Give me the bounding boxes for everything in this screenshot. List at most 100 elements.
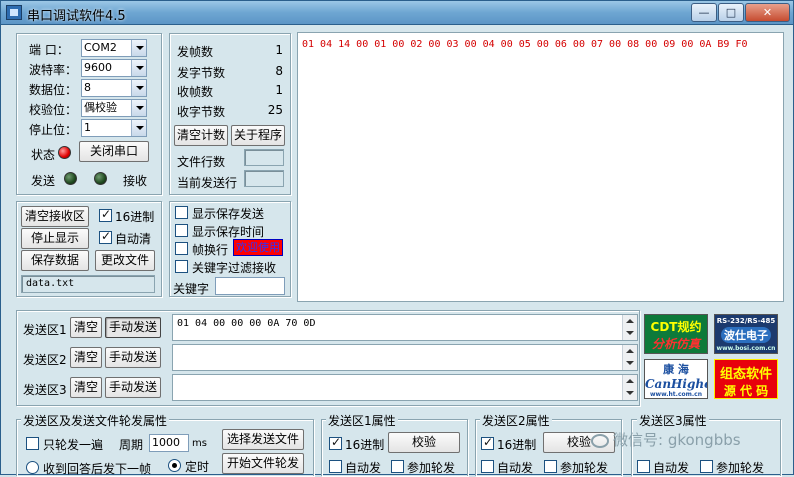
kanghai-ad-en: CanHigher <box>645 377 707 391</box>
save-data-button[interactable]: 保存数据 <box>21 250 89 271</box>
zone1-props-legend: 发送区1属性 <box>326 412 398 429</box>
send-zone3-input[interactable] <box>172 374 638 401</box>
zone2-hex-label: 16进制 <box>497 438 537 452</box>
recv-led-icon <box>94 172 107 185</box>
port-select[interactable]: COM2 <box>81 39 147 57</box>
frames-recv-value: 1 <box>275 83 283 97</box>
hex-recv-checkbox[interactable] <box>99 207 112 222</box>
baud-select[interactable]: 9600 <box>81 59 147 77</box>
only-rotate-once-checkbox[interactable] <box>26 437 39 450</box>
select-send-file-button[interactable]: 选择发送文件 <box>222 429 304 450</box>
title-bar: 串口调试软件4.5 — □ ✕ <box>1 1 793 25</box>
scroll-up-icon[interactable] <box>623 377 637 387</box>
keyword-filter-checkbox[interactable] <box>175 260 188 273</box>
zone2-auto-send-checkbox[interactable] <box>481 460 494 473</box>
keyword-input[interactable] <box>215 277 285 295</box>
stop-display-button[interactable]: 停止显示 <box>21 228 89 249</box>
zone1-hex-checkbox[interactable] <box>329 435 342 450</box>
zone1-join-rotate-checkbox[interactable] <box>391 460 404 473</box>
bosi-ad-banner[interactable]: RS-232/RS-485 波仕电子 www.bosi.com.cn <box>714 314 778 354</box>
zone1-auto-send-checkbox[interactable] <box>329 460 342 473</box>
scroll-up-icon[interactable] <box>623 347 637 357</box>
chevron-down-icon <box>131 100 146 116</box>
clear-zone2-button[interactable]: 清空 <box>70 347 102 368</box>
manual-send-zone3-button[interactable]: 手动发送 <box>105 377 161 398</box>
stop-bits-select[interactable]: 1 <box>81 119 147 137</box>
zone3-auto-send-label: 自动发 <box>653 461 690 475</box>
period-unit: ms <box>192 438 207 449</box>
zone2-join-rotate-checkbox[interactable] <box>544 460 557 473</box>
auto-clear-label: 自动清 <box>115 232 152 246</box>
parity-label: 校验位： <box>29 103 78 117</box>
config-ad-line1: 组态软件 <box>719 367 772 382</box>
send-zone1-content: 01 04 00 00 00 0A 70 0D <box>177 318 316 329</box>
zone2-props-legend: 发送区2属性 <box>480 412 552 429</box>
clear-recv-button[interactable]: 清空接收区 <box>21 206 89 227</box>
parity-select[interactable]: 偶校验 <box>81 99 147 117</box>
recv-reply-next-label: 收到回答后发下一帧 <box>43 462 152 476</box>
timed-label: 定时 <box>185 460 210 474</box>
frame-newline-label: 帧换行 <box>192 243 229 257</box>
maximize-button[interactable]: □ <box>718 3 744 22</box>
send-zone1-scrollbar[interactable] <box>622 315 637 340</box>
config-software-ad-banner[interactable]: 组态软件 源 代 码 <box>714 359 778 399</box>
start-file-rotate-button[interactable]: 开始文件轮发 <box>222 453 304 474</box>
send-led-icon <box>64 172 77 185</box>
scroll-down-icon[interactable] <box>623 358 637 368</box>
scroll-up-icon[interactable] <box>623 317 637 327</box>
period-input[interactable]: 1000 <box>149 434 189 452</box>
current-line-readout <box>244 170 284 187</box>
data-bits-select[interactable]: 8 <box>81 79 147 97</box>
send-zone3-scrollbar[interactable] <box>622 375 637 400</box>
zone1-checksum-button[interactable]: 校验 <box>388 432 460 453</box>
zone3-auto-send-checkbox[interactable] <box>637 460 650 473</box>
chevron-down-icon <box>131 80 146 96</box>
clear-zone1-button[interactable]: 清空 <box>70 317 102 338</box>
bosi-ad-name: 波仕电子 <box>721 327 771 343</box>
receive-content: 01 04 14 00 01 00 02 00 03 00 04 00 05 0… <box>302 39 748 50</box>
file-name-display: data.txt <box>21 275 155 293</box>
zone2-hex-checkbox[interactable] <box>481 435 494 450</box>
close-button[interactable]: ✕ <box>745 3 790 22</box>
send-zone2-input[interactable] <box>172 344 638 371</box>
bytes-sent-label: 发字节数 <box>177 66 226 80</box>
show-saved-time-checkbox[interactable] <box>175 224 188 237</box>
zone3-join-rotate-checkbox[interactable] <box>700 460 713 473</box>
kanghai-ad-url: www.ht.com.cn <box>650 391 702 398</box>
change-file-button[interactable]: 更改文件 <box>95 250 155 271</box>
zone1-hex-label: 16进制 <box>345 438 385 452</box>
frame-newline-checkbox[interactable] <box>175 242 188 255</box>
app-icon <box>6 5 22 20</box>
clear-count-button[interactable]: 清空计数 <box>174 125 228 146</box>
receive-area[interactable]: 01 04 14 00 01 00 02 00 03 00 04 00 05 0… <box>297 32 784 302</box>
cdt-ad-banner[interactable]: CDT规约 分析仿真 <box>644 314 708 354</box>
frames-sent-value: 1 <box>275 43 283 57</box>
kanghai-ad-cn: 康 海 <box>663 363 689 376</box>
about-button[interactable]: 关于程序 <box>231 125 285 146</box>
timed-radio[interactable] <box>168 459 181 472</box>
send-zone1-input[interactable]: 01 04 00 00 00 0A 70 0D <box>172 314 638 341</box>
manual-send-zone2-button[interactable]: 手动发送 <box>105 347 161 368</box>
zone1-auto-send-label: 自动发 <box>345 461 382 475</box>
recv-reply-next-radio[interactable] <box>26 461 39 474</box>
auto-clear-checkbox[interactable] <box>99 229 112 244</box>
scroll-down-icon[interactable] <box>623 388 637 398</box>
config-ad-line2: 源 代 码 <box>723 384 769 398</box>
show-saved-send-checkbox[interactable] <box>175 206 188 219</box>
clear-zone3-button[interactable]: 清空 <box>70 377 102 398</box>
show-saved-send-label: 显示保存发送 <box>192 207 265 221</box>
bosi-ad-top: RS-232/RS-485 <box>716 317 776 325</box>
period-label: 周期 <box>119 438 144 452</box>
close-port-button[interactable]: 关闭串口 <box>79 141 149 162</box>
port-label: 端 口： <box>29 43 69 57</box>
minimize-button[interactable]: — <box>691 3 717 22</box>
keyword-filter-label: 关键字过滤接收 <box>192 261 277 275</box>
chevron-down-icon <box>131 60 146 76</box>
scroll-down-icon[interactable] <box>623 328 637 338</box>
send-zone2-scrollbar[interactable] <box>622 345 637 370</box>
bytes-recv-label: 收字节数 <box>177 105 226 119</box>
kanghai-ad-banner[interactable]: 康 海 CanHigher www.ht.com.cn <box>644 359 708 399</box>
manual-send-zone1-button[interactable]: 手动发送 <box>105 317 161 338</box>
chevron-down-icon <box>131 120 146 136</box>
send-zone3-label: 发送区3 <box>23 383 67 397</box>
